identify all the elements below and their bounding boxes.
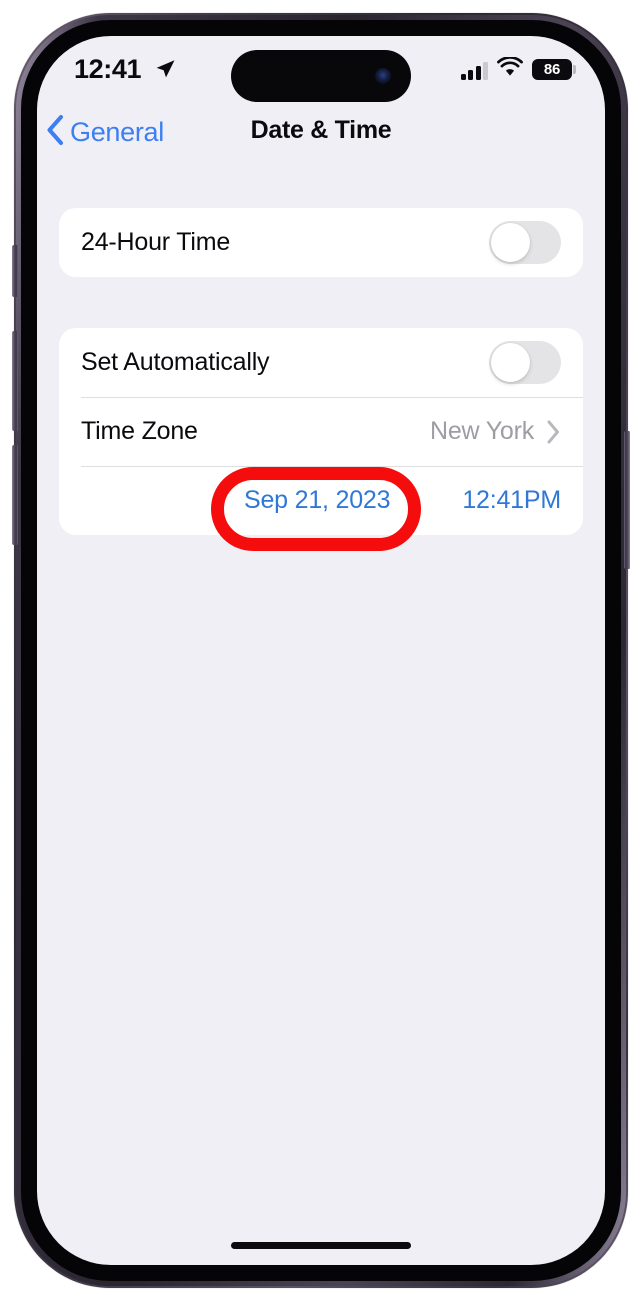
toggle-24-hour-time[interactable] — [489, 221, 561, 264]
date-picker-field[interactable]: Sep 21, 2023 — [244, 482, 391, 519]
iphone-screen: 12:41 86 General Date & Time 24-Hour Tim… — [37, 36, 605, 1265]
mute-switch-button[interactable] — [12, 245, 18, 297]
row-24-hour-time[interactable]: 24-Hour Time — [59, 208, 583, 277]
battery-icon: 86 — [532, 59, 576, 80]
location-arrow-icon — [154, 58, 176, 85]
wifi-icon — [497, 56, 523, 82]
chevron-right-icon — [546, 419, 561, 445]
row-date-time-picker: Sep 21, 2023 12:41PM — [59, 466, 583, 535]
status-bar-time: 12:41 — [74, 54, 142, 84]
front-camera-icon — [375, 68, 391, 84]
row-label-time-zone: Time Zone — [81, 417, 198, 445]
row-time-zone[interactable]: Time Zone New York — [59, 397, 583, 466]
battery-level-label: 86 — [543, 61, 561, 78]
toggle-knob — [491, 223, 530, 262]
iphone-device-frame: 12:41 86 General Date & Time 24-Hour Tim… — [12, 13, 630, 1288]
volume-up-button[interactable] — [12, 331, 18, 431]
time-picker-field[interactable]: 12:41PM — [462, 482, 561, 519]
page-title: Date & Time — [250, 116, 392, 144]
home-indicator[interactable] — [231, 1242, 411, 1249]
cellular-signal-icon — [460, 60, 488, 80]
row-value-time-zone: New York — [429, 417, 534, 445]
row-label-set-automatically: Set Automatically — [81, 348, 270, 376]
dynamic-island — [231, 50, 411, 102]
toggle-knob — [491, 343, 530, 382]
navigation-bar: General Date & Time — [37, 114, 605, 166]
battery-cap — [573, 65, 576, 74]
status-bar-indicators: 86 — [460, 56, 576, 82]
settings-group-24hour: 24-Hour Time — [59, 208, 583, 277]
row-label-24-hour-time: 24-Hour Time — [81, 228, 231, 256]
power-button[interactable] — [624, 431, 630, 569]
row-set-automatically[interactable]: Set Automatically — [59, 328, 583, 397]
toggle-set-automatically[interactable] — [489, 341, 561, 384]
settings-group-datetime: Set Automatically Time Zone New York Sep… — [59, 328, 583, 535]
volume-down-button[interactable] — [12, 445, 18, 545]
